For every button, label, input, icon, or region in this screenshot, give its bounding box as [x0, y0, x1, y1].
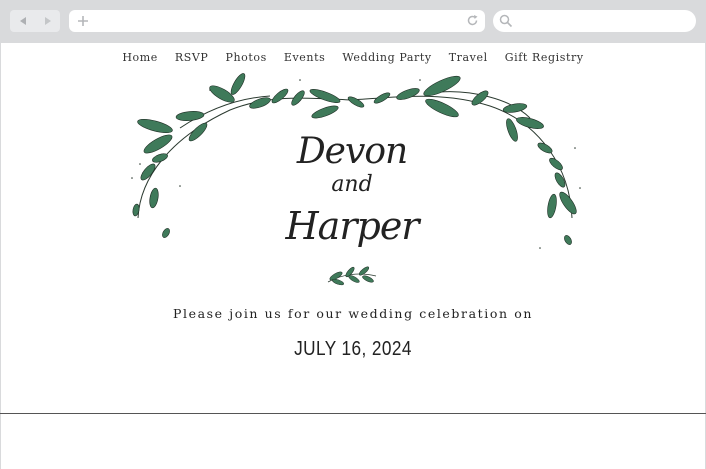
search-icon: [499, 14, 513, 28]
nav-gift-registry[interactable]: Gift Registry: [505, 50, 584, 66]
nav-travel[interactable]: Travel: [449, 50, 488, 66]
wedding-date: JULY 16, 2024: [294, 338, 412, 360]
nav-wedding-party[interactable]: Wedding Party: [342, 50, 431, 66]
forward-button[interactable]: [35, 10, 60, 32]
browser-toolbar: [0, 0, 706, 43]
site-navigation: Home RSVP Photos Events Wedding Party Tr…: [0, 50, 706, 66]
nav-home[interactable]: Home: [122, 50, 158, 66]
back-button[interactable]: [10, 10, 35, 32]
window-border-left: [0, 43, 1, 469]
forward-arrow-icon: [44, 17, 51, 25]
partner-two-name: Harper: [285, 204, 420, 248]
nav-rsvp[interactable]: RSVP: [175, 50, 209, 66]
address-bar[interactable]: [69, 10, 485, 32]
leaf-sprig-icon: [327, 266, 377, 286]
back-arrow-icon: [19, 17, 26, 25]
invitation-text: Please join us for our wedding celebrati…: [172, 306, 534, 321]
reload-icon[interactable]: [466, 14, 479, 27]
section-divider: [0, 413, 706, 414]
and-script: and: [331, 172, 373, 197]
history-nav-group: [10, 10, 60, 32]
nav-photos[interactable]: Photos: [225, 50, 266, 66]
nav-events[interactable]: Events: [284, 50, 326, 66]
search-bar[interactable]: [493, 10, 696, 32]
partner-one-name: Devon: [296, 131, 408, 172]
plus-icon[interactable]: [77, 15, 89, 27]
